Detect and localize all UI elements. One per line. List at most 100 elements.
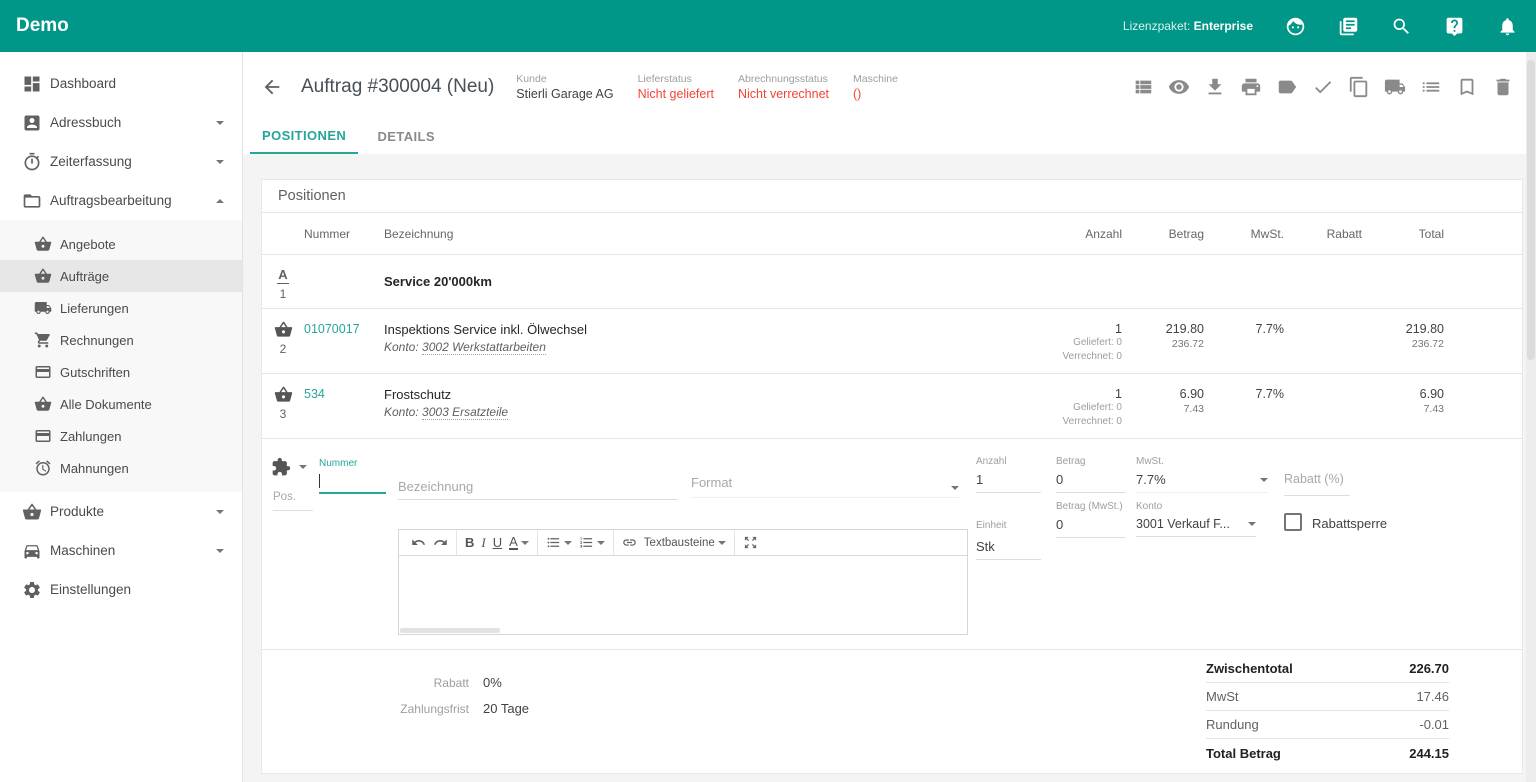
nummer-field[interactable]: Nummer	[319, 458, 386, 494]
font-color-glyph: A	[509, 535, 518, 550]
einheit-field[interactable]: Einheit Stk	[976, 520, 1041, 560]
bezeichnung-field[interactable]: Bezeichnung	[398, 469, 678, 500]
sidebar-item-einstellungen[interactable]: Einstellungen	[0, 570, 242, 609]
italic-button[interactable]: I	[481, 535, 485, 551]
konto-select[interactable]: Konto 3001 Verkauf F...	[1136, 501, 1256, 537]
position-type-caret-icon[interactable]	[299, 465, 307, 469]
rabattsperre-checkbox[interactable]	[1284, 513, 1302, 531]
numbered-list-icon[interactable]	[579, 535, 605, 550]
sidebar-item-maschinen[interactable]: Maschinen	[0, 531, 242, 570]
search-icon[interactable]	[1391, 16, 1412, 37]
pos-field[interactable]: Pos.	[273, 487, 313, 511]
meta-lieferstatus: Lieferstatus Nicht geliefert	[638, 73, 714, 101]
sidebar-item-rechnungen[interactable]: Rechnungen	[0, 324, 242, 356]
library-icon[interactable]	[1338, 16, 1359, 37]
sidebar-item-adressbuch[interactable]: Adressbuch	[0, 103, 242, 142]
puzzle-icon[interactable]	[271, 457, 291, 477]
description-editor[interactable]: B I U A Textbausteine	[398, 529, 968, 635]
sidebar-item-auftraege[interactable]: Aufträge	[0, 260, 242, 292]
summary-rabatt-value[interactable]: 0%	[483, 675, 502, 690]
truck-icon[interactable]	[1384, 76, 1406, 98]
undo-icon[interactable]	[411, 535, 426, 550]
bulleted-list-icon[interactable]	[546, 535, 572, 550]
tab-positionen[interactable]: POSITIONEN	[250, 118, 358, 154]
format-select[interactable]: Format	[691, 467, 959, 498]
sidebar-item-angebote[interactable]: Angebote	[0, 228, 242, 260]
textbausteine-button[interactable]: Textbausteine	[644, 537, 726, 549]
betrag-field[interactable]: Betrag 0	[1056, 456, 1126, 493]
mwst-select[interactable]: MwSt. 7.7%	[1136, 456, 1268, 493]
notifications-icon[interactable]	[1497, 16, 1518, 37]
betrag-value: 6.90	[1122, 387, 1204, 401]
konto-link[interactable]: 3003 Ersatzteile	[422, 405, 508, 420]
sidebar-item-zeiterfassung[interactable]: Zeiterfassung	[0, 142, 242, 181]
sidebar-item-produkte[interactable]: Produkte	[0, 492, 242, 531]
konto-link[interactable]: 3002 Werkstattarbeiten	[422, 340, 546, 355]
konto-line: Konto: 3002 Werkstattarbeiten	[384, 340, 962, 354]
label-icon[interactable]	[1276, 76, 1298, 98]
visibility-icon[interactable]	[1168, 76, 1190, 98]
basket-icon	[274, 385, 293, 404]
position-nummer-link[interactable]: 01070017	[304, 309, 384, 336]
check-icon[interactable]	[1312, 76, 1334, 98]
sidebar-item-lieferungen[interactable]: Lieferungen	[0, 292, 242, 324]
order-meta: Kunde Stierli Garage AG Lieferstatus Nic…	[516, 73, 898, 101]
bookmark-icon[interactable]	[1456, 76, 1478, 98]
sidebar-item-mahnungen[interactable]: Mahnungen	[0, 452, 242, 484]
rabatt-placeholder: Rabatt (%)	[1284, 472, 1344, 486]
link-icon[interactable]	[622, 535, 637, 550]
back-icon[interactable]	[261, 76, 283, 98]
total-value: 244.15	[1409, 746, 1449, 761]
meta-label: Abrechnungsstatus	[738, 73, 829, 85]
betrag-mwst-field[interactable]: Betrag (MwSt.) 0	[1056, 501, 1126, 538]
delete-icon[interactable]	[1492, 76, 1514, 98]
anzahl-field[interactable]: Anzahl 1	[976, 456, 1041, 493]
sidebar-item-gutschriften[interactable]: Gutschriften	[0, 356, 242, 388]
view-list-icon[interactable]	[1132, 76, 1154, 98]
rabatt-field[interactable]: Rabatt (%)	[1284, 470, 1350, 496]
chevron-down-icon	[521, 541, 529, 545]
download-icon[interactable]	[1204, 76, 1226, 98]
font-color-button[interactable]: A	[509, 535, 529, 550]
scrollbar-thumb[interactable]	[1527, 60, 1535, 360]
bold-button[interactable]: B	[465, 535, 474, 550]
truck-icon	[34, 299, 52, 317]
list-icon[interactable]	[1420, 76, 1442, 98]
face-icon[interactable]	[1285, 16, 1306, 37]
table-row[interactable]: A 1 Service 20'000km	[262, 255, 1522, 309]
fullscreen-icon[interactable]	[743, 535, 758, 550]
geliefert-info: Geliefert: 0	[962, 336, 1122, 350]
total-label: Total Betrag	[1206, 746, 1281, 761]
underline-button[interactable]: U	[493, 535, 502, 550]
tab-details[interactable]: DETAILS	[358, 118, 454, 154]
sidebar-item-label: Alle Dokumente	[60, 397, 152, 412]
editor-content[interactable]	[399, 556, 967, 634]
sidebar-item-label: Gutschriften	[60, 365, 130, 380]
horizontal-scrollbar[interactable]	[400, 628, 500, 633]
total-value: 226.70	[1409, 661, 1449, 676]
chevron-down-icon	[718, 541, 726, 545]
anzahl-label: Anzahl	[976, 456, 1041, 467]
sidebar-item-dashboard[interactable]: Dashboard	[0, 64, 242, 103]
betrag-input: 0	[1056, 472, 1126, 493]
help-icon[interactable]	[1444, 16, 1465, 37]
redo-icon[interactable]	[433, 535, 448, 550]
table-row[interactable]: 2 01070017 Inspektions Service inkl. Ölw…	[262, 309, 1522, 374]
sidebar-item-alle-dokumente[interactable]: Alle Dokumente	[0, 388, 242, 420]
sidebar-item-label: Produkte	[50, 504, 104, 519]
betrag-label: Betrag	[1056, 456, 1126, 467]
sidebar-item-label: Angebote	[60, 237, 116, 252]
col-bezeichnung: Bezeichnung	[384, 227, 962, 241]
contacts-icon	[22, 113, 42, 133]
summary-zahlungsfrist-value[interactable]: 20 Tage	[483, 701, 529, 716]
print-icon[interactable]	[1240, 76, 1262, 98]
sidebar-item-zahlungen[interactable]: Zahlungen	[0, 420, 242, 452]
vertical-scrollbar[interactable]	[1526, 52, 1536, 782]
alarm-icon	[34, 459, 52, 477]
copy-icon[interactable]	[1348, 76, 1370, 98]
sidebar-submenu: Angebote Aufträge Lieferungen Rechnungen…	[0, 220, 242, 492]
app-brand: Demo	[16, 15, 69, 37]
sidebar-item-auftragsbearbeitung[interactable]: Auftragsbearbeitung	[0, 181, 242, 220]
table-row[interactable]: 3 534 Frostschutz Konto: 3003 Ersatzteil…	[262, 374, 1522, 439]
position-nummer-link[interactable]: 534	[304, 374, 384, 401]
